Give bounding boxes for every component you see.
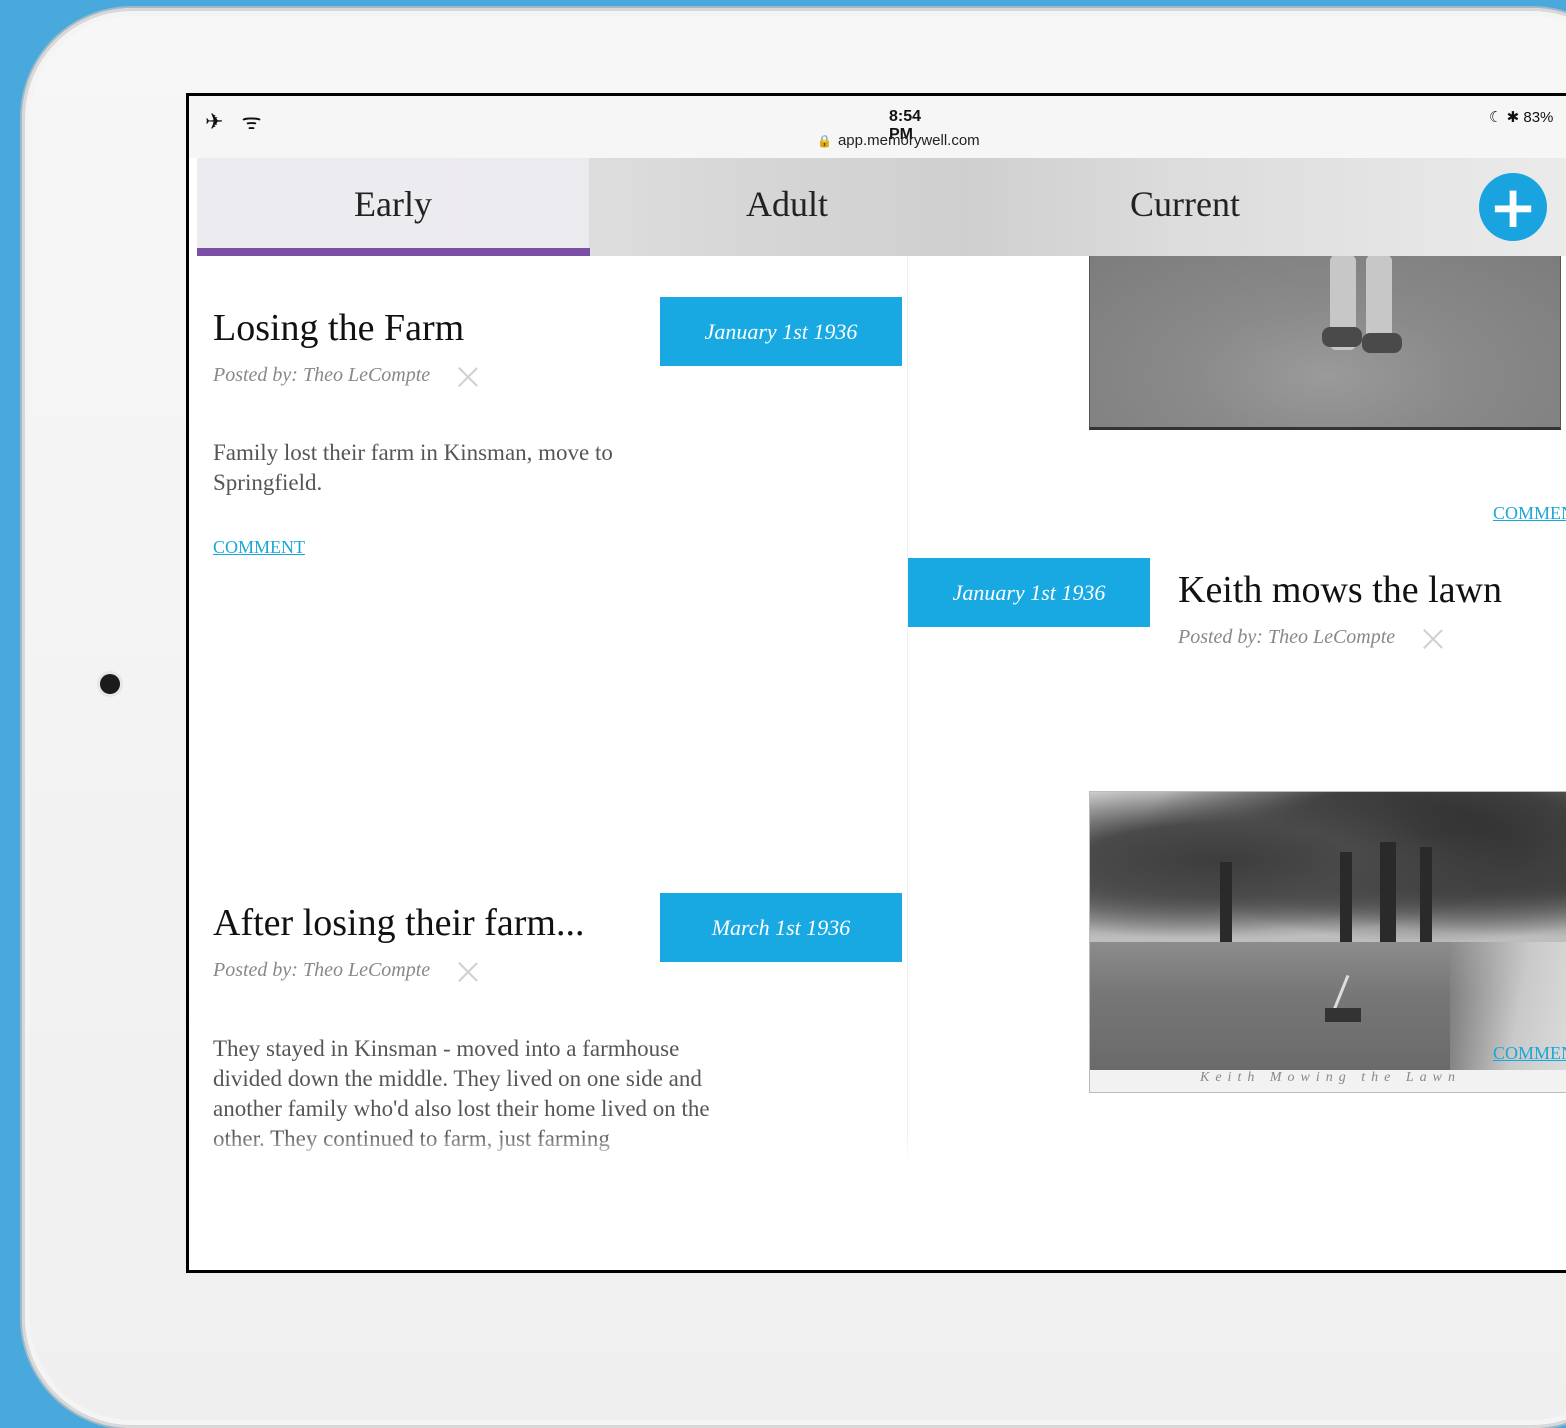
timeline-divider: [907, 256, 908, 1164]
photo-handwritten-caption: Keith Mowing the Lawn: [1090, 1070, 1566, 1092]
comment-link[interactable]: COMMEN: [1493, 1043, 1566, 1064]
lawn-mower: [1325, 974, 1361, 1022]
tab-current[interactable]: Current: [985, 158, 1385, 250]
date-badge: January 1st 1936: [660, 297, 902, 366]
comment-link-top-right[interactable]: COMMEN: [1493, 503, 1566, 524]
close-icon[interactable]: [457, 961, 479, 983]
battery-percent: 83%: [1523, 109, 1554, 126]
browser-viewport: ✈ ᯤ 8:54 PM 🔒 app.memorywell.com ☾ ✱ 83% …: [189, 96, 1566, 1270]
plus-icon: +: [1488, 173, 1538, 241]
status-bar: ✈ ᯤ 8:54 PM 🔒 app.memorywell.com ☾ ✱ 83%: [189, 96, 1566, 158]
add-memory-button[interactable]: +: [1479, 173, 1547, 241]
post-title: After losing their farm...: [213, 902, 585, 944]
tab-adult-label: Adult: [745, 184, 828, 224]
close-icon[interactable]: [457, 366, 479, 388]
address-bar[interactable]: 🔒 app.memorywell.com: [817, 132, 980, 149]
post-title: Losing the Farm: [213, 307, 465, 349]
post-body: Family lost their farm in Kinsman, move …: [213, 440, 613, 495]
photo-shoe-right: [1362, 333, 1402, 353]
post-title: Keith mows the lawn: [1178, 569, 1503, 611]
tree-trunk: [1420, 847, 1432, 957]
date-badge: January 1st 1936: [908, 558, 1150, 627]
close-icon[interactable]: [1422, 628, 1444, 650]
lock-icon: 🔒: [817, 134, 832, 148]
era-tabs: Early Adult Current +: [197, 158, 1566, 256]
front-camera: [100, 674, 120, 694]
tab-early-label: Early: [354, 184, 432, 224]
airplane-wifi-icon: ✈ ᯤ: [205, 109, 268, 134]
tab-early[interactable]: Early: [197, 158, 589, 250]
content-fade: [189, 1134, 909, 1164]
post-photo-partial[interactable]: [1089, 256, 1561, 430]
mower-deck: [1325, 1008, 1361, 1022]
tab-adult[interactable]: Adult: [589, 158, 985, 250]
photo-legs: [1322, 256, 1402, 365]
comment-link[interactable]: COMMENT: [213, 537, 305, 558]
date-badge: March 1st 1936: [660, 893, 902, 962]
status-right: ☾ ✱ 83%: [1489, 108, 1553, 126]
posted-by: Posted by: Theo LeCompte: [213, 959, 431, 981]
posted-by: Posted by: Theo LeCompte: [1178, 626, 1396, 648]
photo-shoe-left: [1322, 327, 1362, 347]
active-tab-indicator: [197, 248, 590, 256]
moon-bluetooth-icon: ☾ ✱: [1489, 109, 1520, 126]
tab-current-label: Current: [1130, 184, 1240, 224]
url-text: app.memorywell.com: [837, 132, 980, 149]
posted-by: Posted by: Theo LeCompte: [213, 364, 431, 386]
tablet-screen: ✈ ᯤ 8:54 PM 🔒 app.memorywell.com ☾ ✱ 83% …: [186, 93, 1566, 1273]
photo-trees: [1090, 792, 1566, 962]
timeline[interactable]: COMMEN Losing the Farm Posted by: Theo L…: [189, 256, 1566, 1164]
